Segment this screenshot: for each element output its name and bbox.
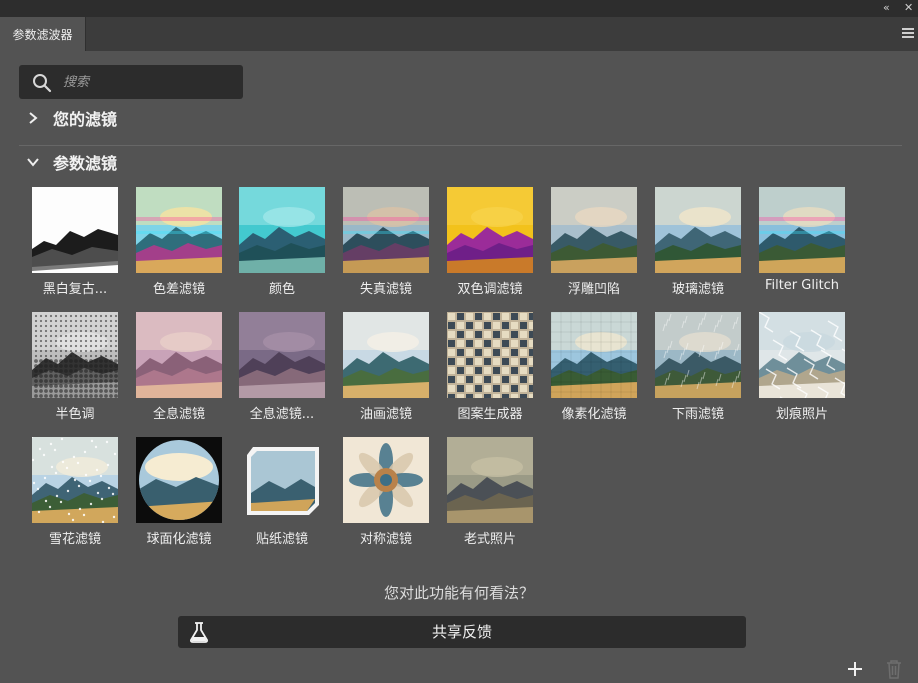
filter-thumbnail bbox=[551, 187, 637, 273]
filter-thumbnail bbox=[759, 187, 845, 273]
filter-card[interactable]: 球面化滤镜 bbox=[127, 437, 231, 547]
chevron-right-icon bbox=[29, 112, 38, 124]
panel-tab-bar: 参数滤波器 bbox=[0, 17, 918, 51]
filter-card[interactable]: 失真滤镜 bbox=[334, 187, 438, 297]
feedback-question: 您对此功能有何看法？ bbox=[383, 584, 534, 602]
filter-card[interactable]: 贴纸滤镜 bbox=[230, 437, 334, 547]
filter-card[interactable]: 像素化滤镜 bbox=[542, 312, 646, 422]
section-param-filters[interactable]: 参数滤镜 bbox=[26, 150, 117, 174]
section-your-filters[interactable]: 您的滤镜 bbox=[26, 106, 117, 130]
chevron-down-icon bbox=[27, 158, 39, 167]
section-divider bbox=[19, 145, 902, 146]
filter-thumbnail bbox=[343, 437, 429, 523]
filter-thumbnail bbox=[32, 312, 118, 398]
filter-thumbnail bbox=[32, 187, 118, 273]
filter-card[interactable]: 图案生成器 bbox=[438, 312, 542, 422]
filter-label: 失真滤镜 bbox=[359, 282, 412, 297]
filter-card[interactable]: 雪花滤镜 bbox=[23, 437, 127, 547]
collapse-icon[interactable]: « bbox=[883, 1, 890, 14]
filter-label: 颜色 bbox=[268, 282, 295, 297]
search-input[interactable] bbox=[63, 71, 233, 93]
add-icon[interactable] bbox=[846, 660, 864, 678]
share-feedback-button[interactable]: 共享反馈 bbox=[178, 616, 746, 648]
filter-label: 玻璃滤镜 bbox=[671, 282, 724, 297]
search-box[interactable] bbox=[19, 65, 243, 99]
filter-thumbnail bbox=[655, 187, 741, 273]
filter-card[interactable]: 油画滤镜 bbox=[334, 312, 438, 422]
filter-thumbnail bbox=[239, 437, 325, 523]
filter-thumbnail bbox=[343, 312, 429, 398]
section-your-filters-label: 您的滤镜 bbox=[53, 110, 118, 129]
filter-label: 图案生成器 bbox=[457, 407, 523, 422]
filter-thumbnail bbox=[447, 187, 533, 273]
share-feedback-label: 共享反馈 bbox=[431, 623, 492, 641]
filter-thumbnail bbox=[447, 437, 533, 523]
section-param-filters-label: 参数滤镜 bbox=[53, 154, 118, 173]
filter-label: 全息滤镜 bbox=[152, 407, 205, 422]
filter-card[interactable]: 全息滤镜 bbox=[127, 312, 231, 422]
filter-label: 老式照片 bbox=[463, 532, 516, 547]
filter-thumbnail bbox=[136, 187, 222, 273]
filter-card[interactable]: 老式照片 bbox=[438, 437, 542, 547]
filter-label: 像素化滤镜 bbox=[561, 407, 627, 422]
filter-label: 球面化滤镜 bbox=[146, 532, 212, 547]
filter-label: 划痕照片 bbox=[775, 407, 828, 422]
filter-label: 雪花滤镜 bbox=[48, 532, 101, 547]
filter-thumbnail bbox=[239, 187, 325, 273]
filter-label: 全息滤镜... bbox=[249, 407, 315, 422]
filter-label: 双色调滤镜 bbox=[457, 282, 523, 297]
tab-neural-filters[interactable]: 参数滤波器 bbox=[0, 17, 86, 51]
filter-thumbnail bbox=[759, 312, 845, 398]
filter-card[interactable]: 对称滤镜 bbox=[334, 437, 438, 547]
filter-label: 油画滤镜 bbox=[359, 407, 412, 422]
filter-label: 贴纸滤镜 bbox=[255, 532, 308, 547]
filter-card[interactable]: 玻璃滤镜 bbox=[646, 187, 750, 297]
panel-menu-icon[interactable] bbox=[902, 28, 914, 38]
panel-top-strip: « ✕ bbox=[0, 0, 918, 17]
filter-card[interactable]: 下雨滤镜 bbox=[646, 312, 750, 422]
filter-card[interactable]: 双色调滤镜 bbox=[438, 187, 542, 297]
filter-card[interactable]: 全息滤镜... bbox=[230, 312, 334, 422]
filter-label: 对称滤镜 bbox=[359, 532, 412, 547]
filter-thumbnail bbox=[447, 312, 533, 398]
filter-card[interactable]: 色差滤镜 bbox=[127, 187, 231, 297]
filter-thumbnail bbox=[655, 312, 741, 398]
filter-thumbnail bbox=[551, 312, 637, 398]
filter-label: 黑白复古... bbox=[42, 282, 108, 297]
filter-thumbnail bbox=[239, 312, 325, 398]
trash-icon[interactable] bbox=[885, 659, 903, 679]
filter-card[interactable]: 黑白复古... bbox=[23, 187, 127, 297]
filter-thumbnail bbox=[32, 437, 118, 523]
search-icon bbox=[33, 74, 52, 93]
filter-card[interactable]: 划痕照片 bbox=[750, 312, 854, 422]
filter-card[interactable]: 浮雕凹陷 bbox=[542, 187, 646, 297]
filter-thumbnail bbox=[136, 312, 222, 398]
filter-card[interactable]: 颜色 bbox=[230, 187, 334, 297]
filter-card[interactable]: Filter Glitch bbox=[750, 187, 854, 293]
filter-card[interactable]: 半色调 bbox=[23, 312, 127, 422]
close-icon[interactable]: ✕ bbox=[904, 1, 913, 14]
filter-label: 色差滤镜 bbox=[152, 282, 205, 297]
filter-label: 下雨滤镜 bbox=[671, 407, 724, 422]
filter-label: 浮雕凹陷 bbox=[567, 282, 620, 297]
filter-thumbnail bbox=[343, 187, 429, 273]
filter-thumbnail bbox=[136, 437, 222, 523]
filter-label: Filter Glitch bbox=[764, 278, 840, 293]
filter-label: 半色调 bbox=[55, 407, 95, 422]
